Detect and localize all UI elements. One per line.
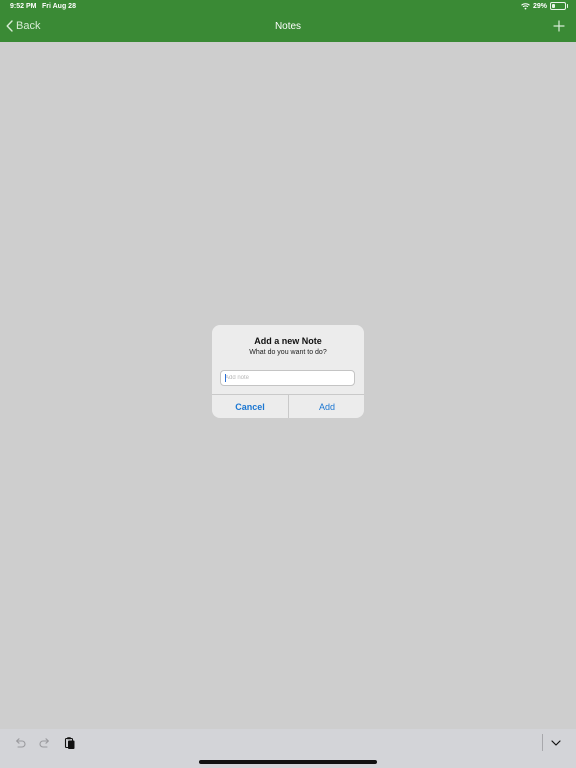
undo-icon[interactable] [13,736,27,750]
paste-icon[interactable] [63,736,77,750]
battery-percentage: 29% [532,2,547,10]
plus-icon [552,19,566,33]
battery-icon [550,2,568,10]
battery-level [552,4,555,8]
wifi-icon [521,2,530,10]
home-indicator [199,760,377,764]
top-header: 9:52 PM Fri Aug 28 29% Back Notes [0,0,576,42]
note-input[interactable] [220,370,355,386]
status-time: 9:52 PM [10,3,37,10]
navigation-bar: Back Notes [0,14,576,42]
redo-icon[interactable] [38,736,52,750]
chevron-down-icon[interactable] [549,736,563,750]
add-note-dialog: Add a new Note What do you want to do? C… [212,325,364,418]
toolbar-separator [542,734,543,751]
status-bar: 9:52 PM Fri Aug 28 29% [0,0,576,14]
status-date: Fri Aug 28 [42,3,76,10]
cancel-button[interactable]: Cancel [212,395,288,418]
dialog-message: What do you want to do? [249,349,327,356]
dialog-title: Add a new Note [254,336,322,346]
text-cursor [225,374,226,382]
page-title: Notes [274,21,302,32]
add-button[interactable]: Add [289,395,364,418]
add-note-button[interactable] [552,19,566,33]
status-right: 29% [521,2,568,10]
